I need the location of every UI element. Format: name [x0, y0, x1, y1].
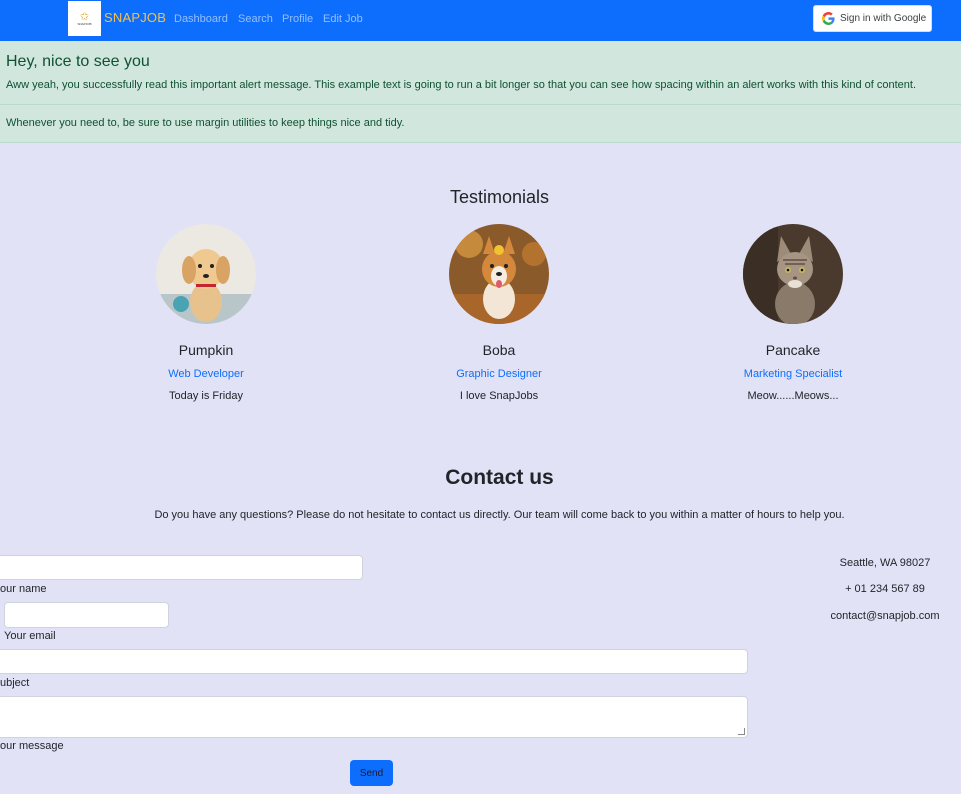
message-label: our message [0, 740, 64, 752]
navbar: ✩ SNAPJOB SNAPJOB Dashboard Search Profi… [0, 0, 961, 41]
google-signin-label: Sign in with Google [840, 13, 927, 24]
contact-description: Do you have any questions? Please do not… [154, 509, 845, 521]
nav-link-profile[interactable]: Profile [282, 13, 313, 25]
testimonial-role: Web Developer [168, 368, 244, 380]
dog-photo-icon [156, 224, 256, 324]
alert-note: Whenever you need to, be sure to use mar… [6, 117, 405, 129]
email-input[interactable] [4, 602, 169, 628]
cat-photo-icon [743, 224, 843, 324]
alert-divider [0, 104, 961, 105]
testimonial-name: Pumpkin [178, 342, 234, 358]
nav-link-edit-job[interactable]: Edit Job [323, 13, 363, 25]
google-signin-button[interactable]: Sign in with Google [813, 5, 932, 32]
testimonial-quote: Today is Friday [169, 390, 243, 402]
avatar [743, 224, 843, 324]
nav-link-search[interactable]: Search [238, 13, 273, 25]
testimonial-role: Graphic Designer [456, 368, 542, 380]
name-label: our name [0, 583, 47, 595]
testimonial-card: Pumpkin Web Developer Today is Friday [106, 224, 306, 402]
testimonial-quote: I love SnapJobs [459, 390, 539, 402]
success-alert: Hey, nice to see you Aww yeah, you succe… [0, 41, 961, 143]
testimonial-quote: Meow......Meows... [747, 390, 839, 402]
testimonial-card: Boba Graphic Designer I love SnapJobs [399, 224, 599, 402]
avatar [449, 224, 549, 324]
email-label: Your email [4, 630, 56, 642]
testimonial-name: Boba [482, 342, 516, 358]
alert-text: Aww yeah, you successfully read this imp… [6, 79, 917, 91]
send-button[interactable]: Send [350, 760, 393, 786]
resize-handle-icon[interactable] [738, 728, 745, 735]
dog-photo-icon [449, 224, 549, 324]
avatar [156, 224, 256, 324]
nav-link-dashboard[interactable]: Dashboard [174, 13, 228, 25]
logo-icon: ✩ [79, 10, 90, 23]
testimonial-name: Pancake [765, 342, 821, 358]
brand-name[interactable]: SNAPJOB [104, 10, 166, 25]
logo[interactable]: ✩ SNAPJOB [68, 1, 101, 36]
testimonial-card: Pancake Marketing Specialist Meow......M… [693, 224, 893, 402]
alert-heading: Hey, nice to see you [6, 53, 150, 70]
contact-email: contact@snapjob.com [830, 610, 940, 622]
testimonial-role: Marketing Specialist [743, 368, 843, 380]
contact-title: Contact us [445, 466, 554, 489]
contact-location: Seattle, WA 98027 [839, 557, 931, 569]
contact-phone: + 01 234 567 89 [845, 583, 925, 595]
google-icon [822, 12, 835, 25]
name-input[interactable] [0, 555, 363, 580]
subject-input[interactable] [0, 649, 748, 674]
subject-label: ubject [0, 677, 30, 689]
message-textarea[interactable] [0, 696, 748, 738]
testimonials-title: Testimonials [449, 187, 550, 207]
